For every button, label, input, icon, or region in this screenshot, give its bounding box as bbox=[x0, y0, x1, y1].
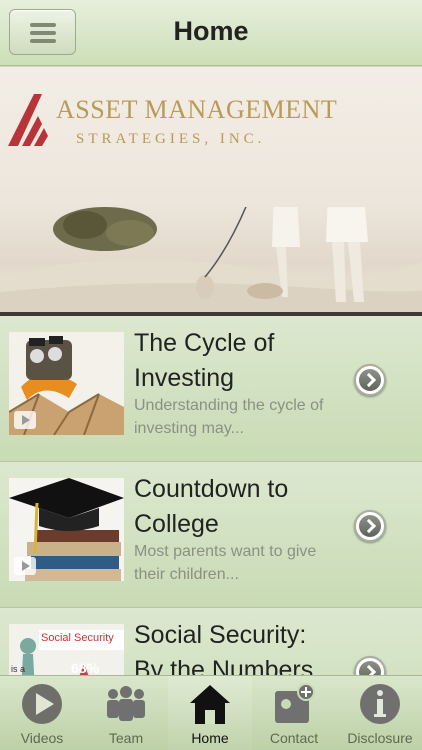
list-item[interactable]: Countdown to College Most parents want t… bbox=[0, 462, 422, 608]
tab-videos[interactable]: Videos bbox=[0, 676, 84, 750]
thumbnail-prefix: is a bbox=[11, 664, 26, 674]
info-icon bbox=[360, 684, 400, 724]
item-title: The Cycle of Investing bbox=[134, 329, 275, 392]
list-item[interactable]: The Cycle of Investing Understanding the… bbox=[0, 316, 422, 462]
item-title: Countdown to College bbox=[134, 475, 289, 538]
tab-label: Contact bbox=[269, 730, 319, 746]
tab-home[interactable]: Home bbox=[168, 676, 252, 750]
tab-disclosure[interactable]: Disclosure bbox=[338, 676, 422, 750]
item-description: Understanding the cycle of investing may… bbox=[134, 397, 324, 437]
chevron-right-icon[interactable] bbox=[354, 510, 386, 542]
company-name: ASSET MANAGEMENT bbox=[56, 95, 338, 124]
company-subtitle: STRATEGIES, INC. bbox=[76, 131, 266, 147]
thumbnail-money-ride bbox=[9, 332, 124, 435]
contact-card-icon bbox=[275, 683, 315, 723]
tab-contact[interactable]: Contact bbox=[252, 676, 336, 750]
video-list: The Cycle of Investing Understanding the… bbox=[0, 316, 422, 675]
item-title: Social Security: By the Numbers bbox=[134, 621, 314, 675]
company-logo-icon bbox=[8, 94, 48, 146]
tab-label: Home bbox=[191, 730, 229, 746]
thumbnail-label: Social Security bbox=[41, 632, 114, 644]
page-title: Home bbox=[173, 16, 249, 46]
tab-team[interactable]: Team bbox=[84, 676, 168, 750]
chevron-right-icon[interactable] bbox=[354, 656, 386, 675]
play-icon bbox=[22, 684, 62, 724]
tab-label: Videos bbox=[20, 730, 64, 746]
item-description: Most parents want to give their children… bbox=[134, 543, 317, 583]
tab-bar: Videos Team Home Contact Disclosure bbox=[0, 675, 422, 750]
thumbnail-social-security: Social Security is a 68% bbox=[9, 624, 124, 675]
beach-couple-illustration bbox=[0, 207, 422, 312]
play-badge-icon bbox=[14, 557, 36, 575]
thumbnail-graduation bbox=[9, 478, 124, 581]
header-bar: Home bbox=[0, 0, 422, 66]
play-badge-icon bbox=[14, 411, 36, 429]
team-icon bbox=[107, 686, 145, 721]
hero-banner: ASSET MANAGEMENT STRATEGIES, INC. bbox=[0, 67, 422, 312]
chevron-right-icon[interactable] bbox=[354, 364, 386, 396]
home-icon bbox=[190, 685, 230, 724]
tab-label: Team bbox=[108, 730, 144, 746]
thumbnail-value: 68% bbox=[71, 660, 100, 675]
tab-label: Disclosure bbox=[347, 730, 413, 746]
list-item[interactable]: Social Security is a 68% Social Security… bbox=[0, 608, 422, 675]
